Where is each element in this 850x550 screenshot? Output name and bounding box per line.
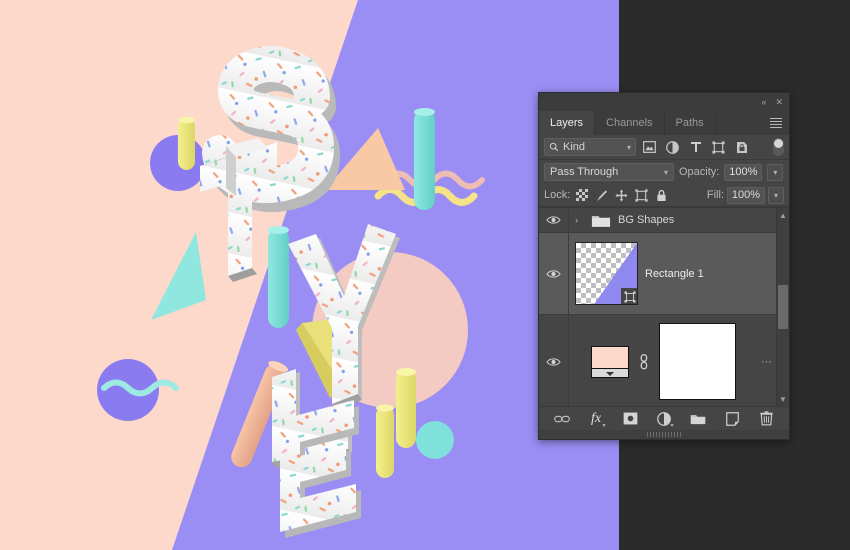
layer-name-rectangle-1: Rectangle 1 bbox=[645, 267, 704, 280]
filter-kind-label: Kind bbox=[563, 141, 586, 153]
lock-artboard-nesting-icon[interactable] bbox=[633, 187, 650, 204]
add-layer-mask-button[interactable] bbox=[621, 409, 640, 428]
layer-visibility-toggle[interactable] bbox=[539, 208, 569, 232]
layers-panel[interactable]: « ✕ Layers Channels Paths Kind ▾ Pass Th… bbox=[538, 92, 790, 440]
new-layer-button[interactable] bbox=[723, 409, 742, 428]
filter-pixel-layers-icon[interactable] bbox=[640, 138, 659, 157]
filter-type-layers-icon[interactable] bbox=[686, 138, 705, 157]
layer-row-bg-shapes[interactable]: › BG Shapes bbox=[539, 208, 789, 233]
scroll-down-arrow[interactable]: ▼ bbox=[779, 392, 787, 406]
panel-footer-toolbar: fx ▾ ▾ bbox=[539, 406, 789, 430]
layer-style-button[interactable]: fx ▾ bbox=[587, 409, 606, 430]
new-layer-icon bbox=[725, 411, 739, 426]
chevron-down-icon: ▾ bbox=[663, 167, 668, 177]
tab-channels[interactable]: Channels bbox=[595, 111, 665, 135]
lock-image-pixels-icon[interactable] bbox=[593, 187, 610, 204]
scrollbar-track[interactable] bbox=[777, 222, 789, 392]
fill-label: Fill: bbox=[706, 189, 724, 201]
opacity-input[interactable]: 100% bbox=[724, 163, 763, 181]
link-icon[interactable] bbox=[638, 353, 650, 370]
eye-icon bbox=[546, 357, 561, 366]
layer-row-rectangle-1[interactable]: Rectangle 1 bbox=[539, 233, 789, 315]
layer-thumbnail-rectangle-1[interactable] bbox=[575, 242, 638, 305]
scrollbar-thumb[interactable] bbox=[778, 284, 788, 330]
fill-input[interactable]: 100% bbox=[727, 186, 765, 204]
filter-smart-object-icon[interactable] bbox=[732, 138, 751, 157]
tab-paths[interactable]: Paths bbox=[665, 111, 716, 135]
opacity-label: Opacity: bbox=[679, 166, 720, 178]
lock-row: Lock: Fill: 100% ▾ bbox=[539, 184, 789, 207]
filter-adjustment-layers-icon[interactable] bbox=[663, 138, 682, 157]
filter-enable-toggle[interactable] bbox=[773, 138, 784, 156]
layer-visibility-toggle[interactable] bbox=[539, 233, 569, 314]
blend-mode-value: Pass Through bbox=[550, 166, 619, 178]
artwork-composition bbox=[0, 0, 619, 550]
caret-icon: ▾ bbox=[670, 423, 674, 429]
folder-icon bbox=[591, 215, 611, 227]
link-layers-button[interactable] bbox=[553, 409, 572, 428]
layer-thumbnail-background[interactable] bbox=[591, 345, 629, 378]
document-canvas[interactable] bbox=[0, 0, 619, 550]
close-panel-icon[interactable]: ✕ bbox=[775, 97, 783, 107]
eye-icon bbox=[546, 269, 561, 278]
folder-icon bbox=[690, 414, 706, 424]
panel-resize-grip[interactable] bbox=[539, 430, 789, 439]
delete-layer-button[interactable] bbox=[757, 409, 776, 428]
layer-list[interactable]: › BG Shapes Rectangle 1 ⋯ ▲ ▼ bbox=[539, 207, 789, 406]
panel-tab-bar: Layers Channels Paths bbox=[539, 111, 789, 135]
lock-all-icon[interactable] bbox=[653, 187, 670, 204]
blend-mode-select[interactable]: Pass Through ▾ bbox=[544, 163, 674, 181]
lock-transparent-pixels-icon[interactable] bbox=[573, 187, 590, 204]
lock-label: Lock: bbox=[544, 189, 571, 201]
layer-mask-thumbnail[interactable] bbox=[659, 323, 736, 400]
opacity-stepper[interactable]: ▾ bbox=[767, 163, 784, 181]
lock-position-icon[interactable] bbox=[613, 187, 630, 204]
layer-row-background-image[interactable]: ⋯ bbox=[539, 315, 789, 406]
tab-layers[interactable]: Layers bbox=[539, 111, 596, 135]
trash-icon bbox=[759, 411, 773, 426]
search-icon bbox=[549, 142, 559, 152]
vector-mask-badge-icon bbox=[621, 288, 637, 304]
new-group-button[interactable] bbox=[689, 409, 708, 428]
panel-menu-icon[interactable] bbox=[763, 111, 789, 135]
layer-list-scrollbar[interactable]: ▲ ▼ bbox=[776, 208, 789, 406]
scroll-up-arrow[interactable]: ▲ bbox=[779, 208, 787, 222]
filter-kind-select[interactable]: Kind ▾ bbox=[544, 138, 636, 156]
group-expand-arrow[interactable]: › bbox=[575, 215, 584, 225]
panel-titlebar: « ✕ bbox=[539, 93, 789, 111]
eye-icon bbox=[546, 216, 561, 224]
layer-filter-row: Kind ▾ bbox=[539, 135, 789, 160]
mask-icon bbox=[623, 412, 637, 425]
layer-name-bg-shapes: BG Shapes bbox=[618, 214, 675, 226]
caret-icon: ▾ bbox=[602, 423, 606, 429]
filter-shape-layers-icon[interactable] bbox=[709, 138, 728, 157]
photoshop-window: « ✕ Layers Channels Paths Kind ▾ Pass Th… bbox=[0, 0, 850, 550]
blend-mode-row: Pass Through ▾ Opacity: 100% ▾ bbox=[539, 160, 789, 184]
new-adjustment-layer-button[interactable]: ▾ bbox=[655, 409, 674, 429]
adjustment-circle-icon bbox=[657, 411, 671, 426]
layer-visibility-toggle[interactable] bbox=[539, 315, 569, 406]
collapse-panel-icon[interactable]: « bbox=[761, 97, 766, 107]
fill-stepper[interactable]: ▾ bbox=[768, 186, 784, 204]
chevron-down-icon: ▾ bbox=[626, 142, 631, 152]
